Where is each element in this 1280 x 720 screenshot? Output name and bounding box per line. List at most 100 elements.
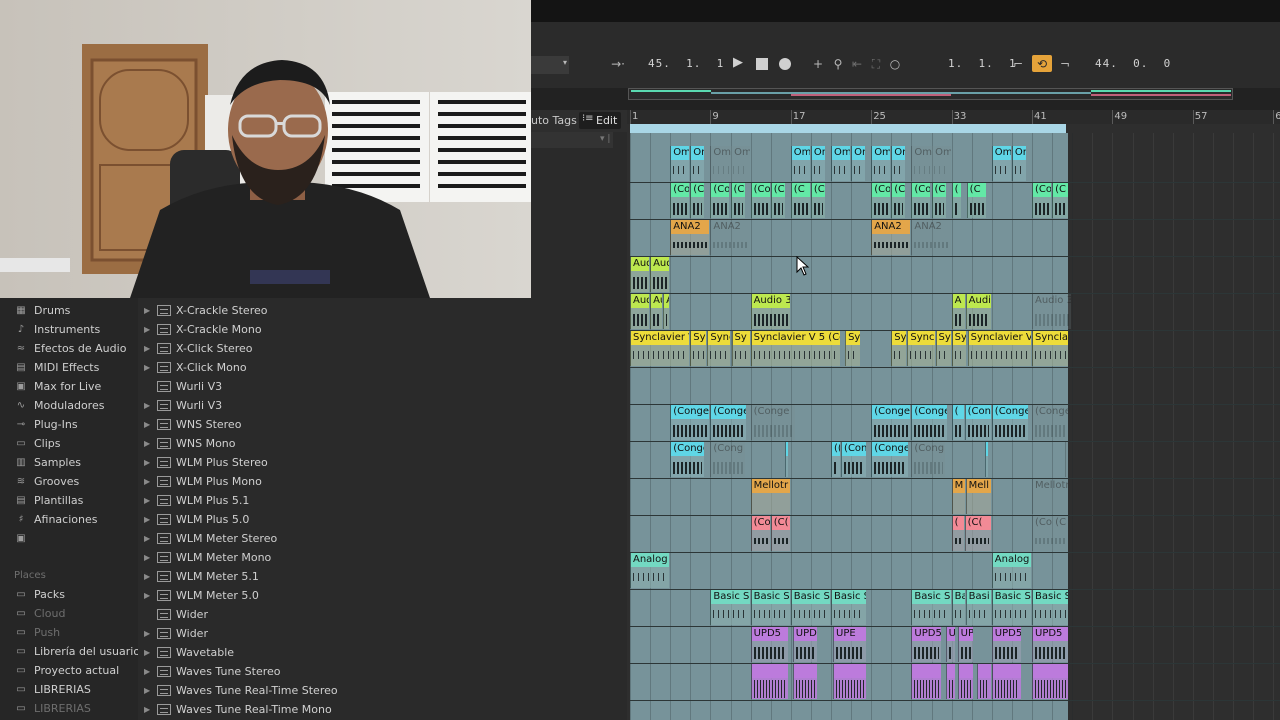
- arrangement-clip[interactable]: ANA2: [670, 220, 710, 255]
- arrangement-clip[interactable]: (C: [690, 183, 705, 218]
- arrangement-clip[interactable]: Sy: [731, 331, 750, 366]
- arrangement-clip[interactable]: ANA2: [911, 220, 951, 255]
- arrangement-overview[interactable]: [531, 88, 1280, 110]
- loop-length[interactable]: 44. 0. 0: [1095, 57, 1171, 70]
- expand-arrow-icon[interactable]: ▶: [144, 705, 154, 714]
- arrangement-clip[interactable]: Synclavier V: [967, 331, 1031, 366]
- browser-list-item[interactable]: ▶ X-Crackle Mono: [138, 320, 531, 339]
- arrangement-clip[interactable]: Aud: [650, 257, 670, 292]
- sidebar-item-drums[interactable]: ▦ Drums: [14, 301, 70, 320]
- expand-arrow-icon[interactable]: ▶: [144, 515, 154, 524]
- arrangement-clip[interactable]: [991, 664, 1021, 699]
- arrangement-clip[interactable]: (: [951, 516, 964, 551]
- browser-list-item[interactable]: ▶ WLM Meter 5.0: [138, 586, 531, 605]
- arrangement-clip[interactable]: Synclavier V 5 (Cong: [750, 331, 841, 366]
- place-item-librer-a-del-usuario[interactable]: ▭ Librería del usuario: [14, 642, 140, 661]
- place-item-packs[interactable]: ▭ Packs: [14, 585, 65, 604]
- browser-list-item[interactable]: ▶ WLM Meter Mono: [138, 548, 531, 567]
- arrangement-clip[interactable]: Om: [670, 146, 690, 181]
- arrangement-clip[interactable]: ANA2: [871, 220, 911, 255]
- arrangement-clip[interactable]: Audio 3: [1032, 294, 1072, 329]
- overdub-icon[interactable]: +: [812, 57, 824, 71]
- arrangement-clip[interactable]: [911, 664, 941, 699]
- arrangement-clip[interactable]: U: [945, 627, 955, 662]
- arrangement-clip[interactable]: Synclav: [1032, 331, 1069, 366]
- arrangement-clip[interactable]: (Cong: [911, 442, 945, 477]
- arrangement-clip[interactable]: Audi: [965, 294, 991, 329]
- arrangement-clip[interactable]: UPD5: [750, 627, 788, 662]
- arrangement-clip[interactable]: Audio 3: [750, 294, 790, 329]
- expand-arrow-icon[interactable]: ▶: [144, 572, 154, 581]
- expand-arrow-icon[interactable]: ▶: [144, 496, 154, 505]
- arrangement-clip[interactable]: Analog: [630, 553, 670, 588]
- arrangement-clip[interactable]: [976, 664, 991, 699]
- sidebar-item-midi-effects[interactable]: ▤ MIDI Effects: [14, 358, 99, 377]
- arrangement-clip[interactable]: Mellotr: [750, 479, 790, 514]
- browser-list-item[interactable]: ▶ WNS Stereo: [138, 415, 531, 434]
- arrangement-clip[interactable]: [984, 442, 988, 477]
- arrangement-clip[interactable]: Mell: [965, 479, 991, 514]
- arrangement-clip[interactable]: UPD5: [991, 627, 1021, 662]
- arrangement-clip[interactable]: Sy: [845, 331, 861, 366]
- browser-list-item[interactable]: ▶ WLM Plus 5.0: [138, 510, 531, 529]
- arrangement-clip[interactable]: Om: [891, 146, 906, 181]
- sidebar-item-grooves[interactable]: ≋ Grooves: [14, 472, 79, 491]
- arrangement-clip[interactable]: UP: [957, 627, 973, 662]
- browser-list-item[interactable]: Wider: [138, 605, 531, 624]
- browser-list-item[interactable]: ▶ Wurli V3: [138, 396, 531, 415]
- arrangement-clip[interactable]: Basic Su: [991, 590, 1031, 625]
- browser-list-item[interactable]: ▶ WLM Plus 5.1: [138, 491, 531, 510]
- browser-list-item[interactable]: ▶ WLM Plus Stereo: [138, 453, 531, 472]
- arrangement-clip[interactable]: Au: [650, 294, 663, 329]
- capture-icon[interactable]: ⛶: [870, 57, 882, 71]
- back-to-arrangement-icon[interactable]: ⇤: [851, 57, 863, 71]
- place-item-librerias[interactable]: ▭ LIBRERIAS: [14, 699, 91, 718]
- arrangement-clip[interactable]: UPD5: [911, 627, 941, 662]
- arrangement-clip[interactable]: (Co (C: [1032, 516, 1069, 551]
- arrangement-clip[interactable]: (Conge: [991, 405, 1028, 440]
- expand-arrow-icon[interactable]: ▶: [144, 591, 154, 600]
- expand-arrow-icon[interactable]: ▶: [144, 686, 154, 695]
- arrangement-clip[interactable]: Om: [831, 146, 851, 181]
- sidebar-item-efectos-de-audio[interactable]: ≈ Efectos de Audio: [14, 339, 127, 358]
- arrangement-clip[interactable]: (C: [966, 183, 986, 218]
- browser-list-item[interactable]: ▶ WLM Meter Stereo: [138, 529, 531, 548]
- arrangement-clip[interactable]: Om: [790, 146, 810, 181]
- browser-list-item[interactable]: ▶ Wider: [138, 624, 531, 643]
- session-record-icon[interactable]: ○: [889, 57, 901, 71]
- arrangement-clip[interactable]: (Con: [841, 442, 867, 477]
- arrangement-clip[interactable]: [945, 664, 955, 699]
- browser-list-item[interactable]: ▶ Wavetable: [138, 643, 531, 662]
- expand-arrow-icon[interactable]: ▶: [144, 325, 154, 334]
- arrangement-clip[interactable]: Basic Su: [911, 590, 951, 625]
- punch-in-icon[interactable]: ⌐: [1011, 57, 1025, 71]
- sidebar-item-extra[interactable]: ▣: [14, 529, 34, 548]
- arrangement-clip[interactable]: M: [951, 479, 965, 514]
- arrangement-clip[interactable]: [784, 442, 788, 477]
- beat-time-ruler[interactable]: 1 9 17 25 33 41 49 57 65: [627, 110, 1280, 124]
- arrangement-clip[interactable]: Basi: [965, 590, 991, 625]
- arrangement-view[interactable]: 1917253341495765 OmOmOm OmOmOmOmOmOmOmOm…: [627, 110, 1280, 720]
- arrangement-clip[interactable]: ANA2: [710, 220, 750, 255]
- arrangement-clip[interactable]: Sync: [707, 331, 731, 366]
- arrangement-clip[interactable]: (Co: [710, 183, 730, 218]
- arrangement-clip[interactable]: (C: [770, 183, 785, 218]
- arrangement-clip[interactable]: Om Om: [710, 146, 750, 181]
- arrangement-clip[interactable]: (Conge: [670, 442, 705, 477]
- arrangement-clip[interactable]: Mellotr: [1032, 479, 1069, 514]
- arrangement-clip[interactable]: (Co: [911, 183, 931, 218]
- sidebar-item-max-for-live[interactable]: ▣ Max for Live: [14, 377, 101, 396]
- browser-list-item[interactable]: ▶ WLM Meter 5.1: [138, 567, 531, 586]
- arrangement-position[interactable]: 45. 1. 1: [648, 57, 724, 70]
- browser-list-item[interactable]: ▶ X-Click Mono: [138, 358, 531, 377]
- arrangement-clip[interactable]: (C: [810, 183, 825, 218]
- arrangement-clip[interactable]: Basic Su: [710, 590, 750, 625]
- browser-list-item[interactable]: ▶ X-Crackle Stereo: [138, 301, 531, 320]
- arrangement-clip[interactable]: UPD5: [792, 627, 817, 662]
- arrangement-clip[interactable]: (Con: [964, 405, 991, 440]
- browser-list-item[interactable]: ▶ Waves Tune Real-Time Stereo: [138, 681, 531, 700]
- arrangement-clip[interactable]: [957, 664, 973, 699]
- expand-arrow-icon[interactable]: ▶: [144, 306, 154, 315]
- arrangement-clip[interactable]: (C(: [964, 516, 991, 551]
- loop-brace[interactable]: [630, 124, 1066, 133]
